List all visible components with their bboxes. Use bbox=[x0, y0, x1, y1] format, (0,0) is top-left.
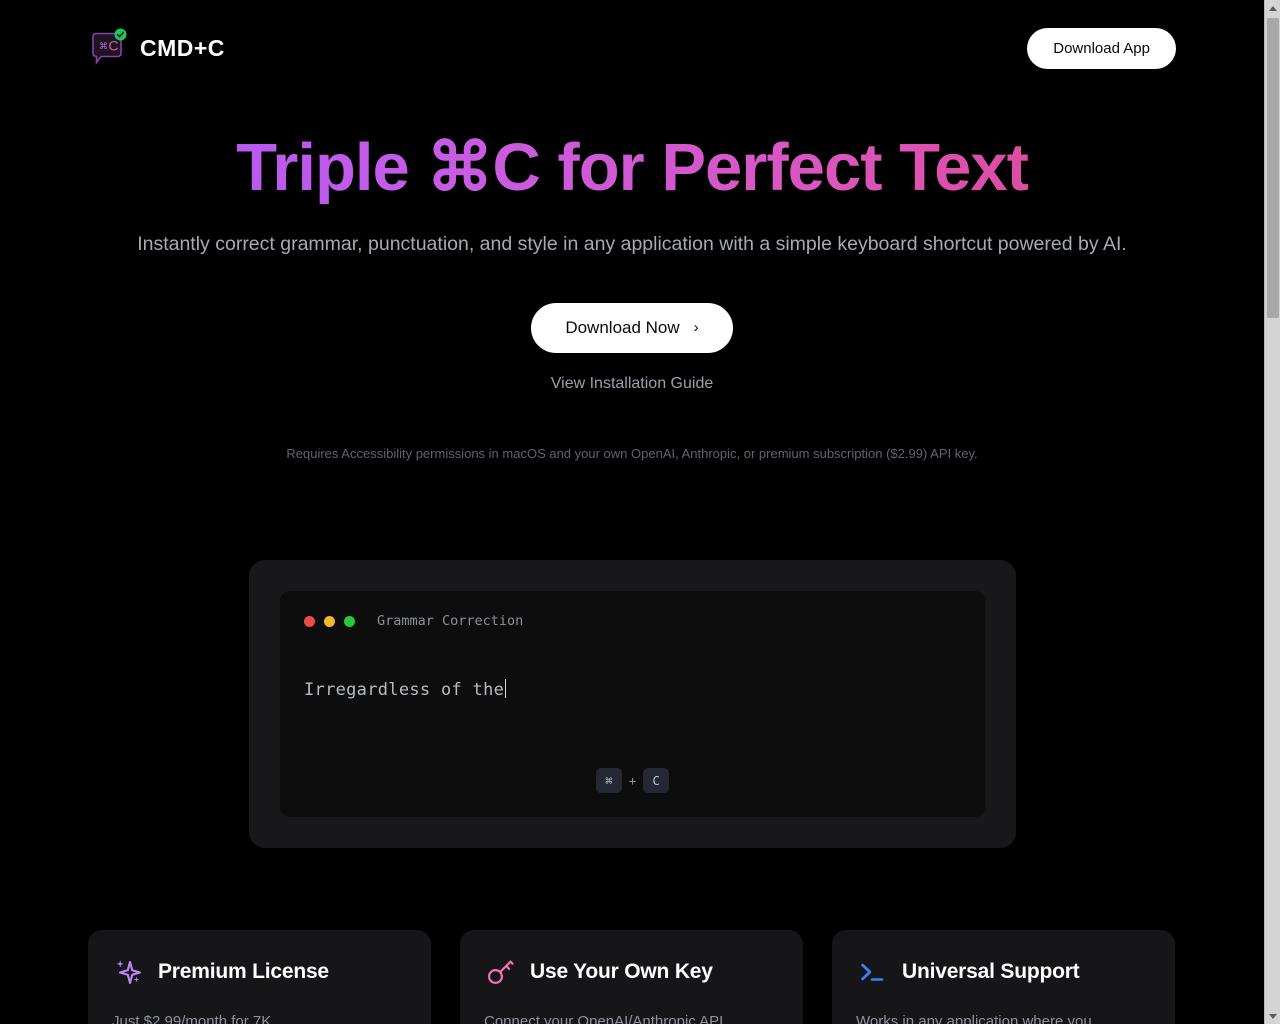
scroll-down-arrow-icon[interactable] bbox=[1265, 1008, 1280, 1024]
demo-window: Grammar Correction Irregardless of the ⌘… bbox=[280, 591, 985, 817]
feature-card-header: Use Your Own Key bbox=[484, 956, 779, 988]
download-app-button[interactable]: Download App bbox=[1027, 27, 1176, 69]
page-scrollbar[interactable] bbox=[1264, 0, 1280, 1024]
kbd-command-key: ⌘ bbox=[595, 768, 622, 793]
key-icon bbox=[484, 956, 516, 988]
feature-card-use-your-own-key[interactable]: Use Your Own Key Connect your OpenAI/Ant… bbox=[460, 930, 803, 1024]
green-check-badge-icon bbox=[114, 28, 127, 41]
scrollbar-thumb[interactable] bbox=[1267, 18, 1279, 318]
feature-description: Works in any application where you bbox=[856, 1013, 1092, 1024]
hero-cta-group: Download Now › View Installation Guide bbox=[0, 302, 1264, 393]
kbd-c-key: C bbox=[643, 768, 670, 793]
browser-viewport: ⌘ C CMD+C Download App Triple ⌘C for Per… bbox=[0, 0, 1280, 1024]
svg-text:⌘: ⌘ bbox=[100, 40, 108, 55]
feature-title: Premium License bbox=[158, 960, 329, 983]
demo-text-area[interactable]: Irregardless of the bbox=[304, 679, 961, 700]
minimize-dot-icon[interactable] bbox=[324, 615, 335, 627]
feature-description: Just $2.99/month for 7K bbox=[112, 1013, 272, 1024]
demo-text-value: Irregardless of the bbox=[304, 680, 505, 700]
cmd-c-speech-bubble-icon: ⌘ C bbox=[88, 28, 127, 67]
sparkles-icon bbox=[112, 956, 144, 988]
feature-card-premium-license[interactable]: Premium License Just $2.99/month for 7K bbox=[88, 930, 431, 1024]
text-caret bbox=[505, 679, 507, 698]
feature-card-universal-support[interactable]: Universal Support Works in any applicati… bbox=[832, 930, 1175, 1024]
demo-panel: Grammar Correction Irregardless of the ⌘… bbox=[249, 560, 1016, 848]
chevron-right-icon: › bbox=[693, 319, 699, 337]
feature-card-header: Premium License bbox=[112, 956, 407, 988]
terminal-prompt-icon bbox=[856, 956, 888, 988]
page-title: Triple ⌘C for Perfect Text bbox=[0, 131, 1264, 204]
kbd-separator: + bbox=[628, 773, 637, 788]
hero-subtitle: Instantly correct grammar, punctuation, … bbox=[137, 233, 1127, 256]
feature-description: Connect your OpenAI/Anthropic API bbox=[484, 1013, 724, 1024]
keyboard-shortcut-hint: ⌘ + C bbox=[280, 768, 985, 793]
brand-logo-group[interactable]: ⌘ C CMD+C bbox=[88, 28, 225, 67]
feature-card-header: Universal Support bbox=[856, 956, 1151, 988]
demo-window-titlebar: Grammar Correction bbox=[304, 613, 961, 629]
demo-window-title: Grammar Correction bbox=[377, 613, 524, 629]
requirements-note: Requires Accessibility permissions in ma… bbox=[286, 445, 978, 461]
view-installation-guide-link[interactable]: View Installation Guide bbox=[551, 375, 713, 393]
feature-card-list: Premium License Just $2.99/month for 7K … bbox=[88, 930, 1176, 1024]
site-header: ⌘ C CMD+C Download App bbox=[0, 0, 1264, 96]
brand-name: CMD+C bbox=[140, 34, 225, 61]
scroll-up-arrow-icon[interactable] bbox=[1265, 0, 1280, 16]
landing-page: ⌘ C CMD+C Download App Triple ⌘C for Per… bbox=[0, 0, 1264, 1024]
maximize-dot-icon[interactable] bbox=[344, 615, 355, 627]
close-dot-icon[interactable] bbox=[304, 615, 315, 627]
feature-title: Use Your Own Key bbox=[530, 960, 713, 983]
download-now-button[interactable]: Download Now › bbox=[531, 302, 733, 353]
hero-section: Triple ⌘C for Perfect Text Instantly cor… bbox=[0, 96, 1264, 461]
download-now-label: Download Now bbox=[565, 317, 680, 337]
feature-title: Universal Support bbox=[902, 960, 1080, 983]
